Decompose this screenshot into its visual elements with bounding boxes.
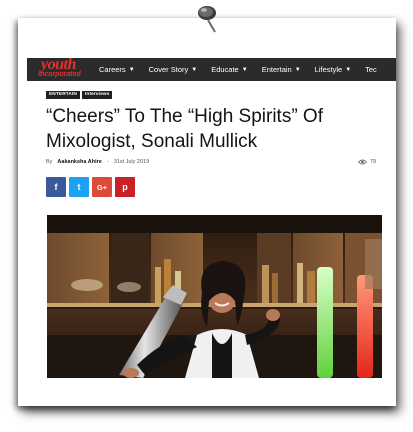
- twitter-icon: t: [77, 182, 81, 192]
- nav-item-label: Educate: [211, 65, 239, 74]
- nav-item-label: Lifestyle: [314, 65, 343, 74]
- bartender-photo: [47, 215, 382, 378]
- byline-prefix: By: [46, 159, 53, 165]
- nav-item-label: Cover Story: [148, 65, 189, 74]
- category-tags: ENTERTAIN Interviews: [46, 91, 113, 99]
- nav-item-lifestyle[interactable]: Lifestyle ▼: [315, 65, 351, 74]
- tag-interviews[interactable]: Interviews: [82, 91, 113, 99]
- google-plus-share-button[interactable]: G+: [92, 177, 112, 197]
- nav-item-cover-story[interactable]: Cover Story ▼: [149, 65, 198, 74]
- publish-date: 31st July 2019: [113, 159, 150, 165]
- nav-item-label: Entertain: [261, 65, 292, 74]
- article-title: “Cheers” To The “High Spirits” Of Mixolo…: [46, 106, 323, 152]
- view-count: 79: [358, 159, 376, 165]
- chevron-down-icon: ▼: [191, 66, 198, 73]
- chevron-down-icon: ▼: [241, 66, 248, 73]
- google-plus-icon: G+: [96, 182, 108, 192]
- nav-item-tech[interactable]: Tec: [365, 65, 377, 74]
- eye-icon: [358, 159, 367, 165]
- chevron-down-icon: ▼: [128, 66, 135, 73]
- nav-item-label: Tec: [365, 65, 377, 74]
- tag-entertain[interactable]: ENTERTAIN: [46, 91, 80, 99]
- view-count-value: 79: [370, 159, 377, 165]
- logo-text-incorporated: incorporated: [38, 71, 81, 78]
- share-buttons: f t G+ p: [46, 177, 135, 197]
- article-card: youth incorporated Careers ▼ Cover Story…: [18, 18, 396, 406]
- thumbtack-icon: [198, 6, 216, 33]
- pinterest-share-button[interactable]: p: [115, 177, 135, 197]
- nav-item-careers[interactable]: Careers ▼: [99, 65, 135, 74]
- chevron-down-icon: ▼: [345, 66, 352, 73]
- nav-item-educate[interactable]: Educate ▼: [211, 65, 247, 74]
- nav-item-label: Careers: [99, 65, 126, 74]
- facebook-share-button[interactable]: f: [46, 177, 66, 197]
- facebook-icon: f: [54, 182, 58, 192]
- article-meta: By Aakanksha Ahire - 31st July 2019: [46, 159, 149, 165]
- article-featured-image: [47, 215, 382, 378]
- site-logo[interactable]: youth incorporated: [27, 58, 99, 81]
- chevron-down-icon: ▼: [294, 66, 301, 73]
- meta-separator: -: [106, 159, 109, 165]
- twitter-share-button[interactable]: t: [69, 177, 89, 197]
- nav-item-entertain[interactable]: Entertain ▼: [262, 65, 301, 74]
- author-link[interactable]: Aakanksha Ahire: [57, 159, 101, 165]
- pinterest-icon: p: [122, 182, 128, 192]
- top-navigation-bar: youth incorporated Careers ▼ Cover Story…: [27, 58, 396, 81]
